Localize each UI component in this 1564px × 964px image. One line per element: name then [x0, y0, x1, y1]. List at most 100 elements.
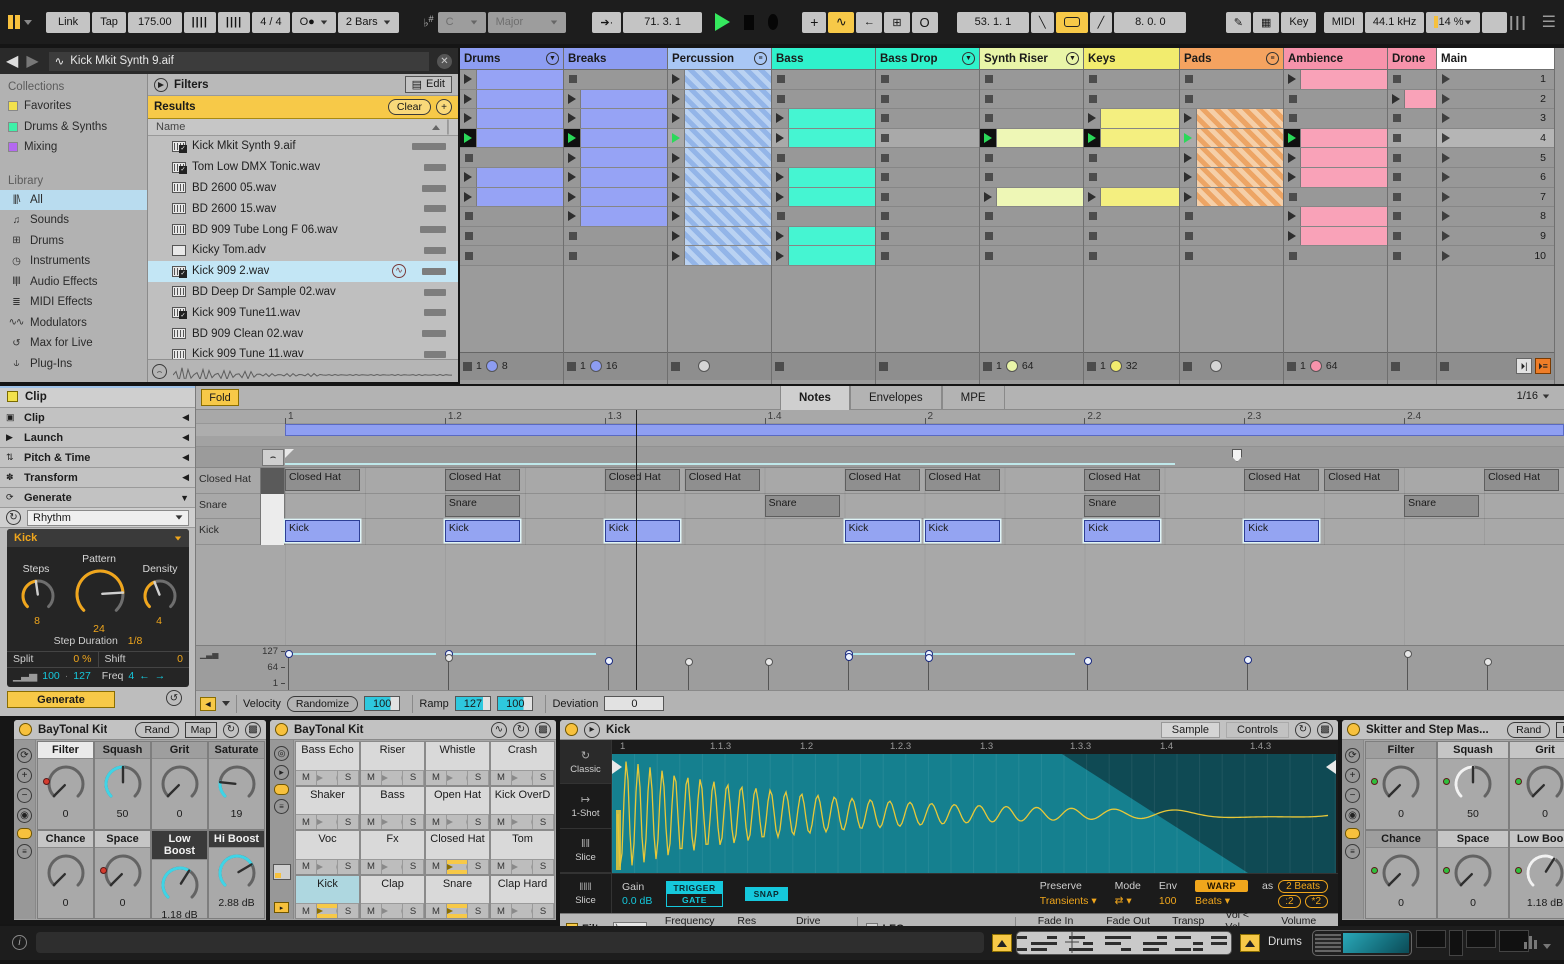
drum-pad-kick-overd[interactable]: Kick OverD M S [490, 785, 555, 830]
record-button[interactable] [767, 14, 779, 30]
clip-stop-button[interactable] [1180, 207, 1197, 226]
clip-stop-button[interactable] [1388, 188, 1405, 207]
track-header[interactable]: Drums ▼ [460, 48, 563, 70]
track-header[interactable]: Bass [772, 48, 875, 70]
pattern-knob[interactable] [73, 567, 127, 626]
midi-note[interactable]: Closed Hat [604, 469, 680, 491]
clip-slot[interactable] [564, 226, 667, 247]
cpu-meter[interactable]: 14 % [1426, 11, 1480, 33]
randomize-button[interactable]: Randomize [286, 695, 359, 712]
velocity-marker[interactable] [764, 657, 773, 666]
file-row[interactable]: Kicky Tom.adv [148, 240, 458, 261]
clip[interactable] [477, 70, 563, 89]
drum-pad-tom[interactable]: Tom M S [490, 830, 555, 875]
clip-slot[interactable] [1388, 246, 1436, 266]
file-row[interactable]: BD 2600 05.wav [148, 178, 458, 199]
clip-slot[interactable] [564, 128, 667, 149]
midi-note[interactable]: Closed Hat [1084, 469, 1160, 491]
clip[interactable] [685, 109, 771, 128]
clip-play-button[interactable] [564, 148, 581, 167]
clip-slot[interactable] [772, 207, 875, 227]
filters-expand-icon[interactable] [154, 77, 168, 92]
clip-slot[interactable] [1388, 89, 1436, 110]
split-value[interactable]: 0 % [73, 653, 91, 666]
clip-stop-button[interactable] [1084, 207, 1101, 226]
pad-mute-button[interactable]: M [491, 859, 512, 874]
clip-slot[interactable] [1180, 109, 1283, 129]
clip-slot[interactable] [1388, 128, 1436, 149]
clip-slot[interactable] [1180, 148, 1283, 168]
macro-variations-icon[interactable]: ⟳ [17, 748, 32, 763]
clip-stop-button[interactable] [876, 227, 893, 246]
scene-slot[interactable]: 10 [1437, 246, 1554, 266]
clip-slot[interactable] [772, 226, 875, 247]
macro-knob[interactable] [45, 763, 87, 810]
clip-play-button[interactable] [460, 70, 477, 89]
rack-yellow-toggle[interactable] [1345, 828, 1360, 839]
clip[interactable] [685, 89, 771, 109]
clip-stop-button[interactable] [980, 148, 997, 167]
pad-mute-button[interactable]: M [296, 770, 317, 785]
save-preset-icon[interactable]: ▩ [1317, 721, 1333, 738]
clip-slot[interactable] [1284, 128, 1387, 149]
macro-knob[interactable] [102, 763, 144, 810]
clip-play-button[interactable] [772, 187, 789, 207]
scene-play-button[interactable] [1437, 246, 1454, 265]
clip-slot[interactable] [668, 148, 771, 168]
velocity-stem[interactable] [767, 661, 769, 691]
steps-knob[interactable] [19, 577, 57, 620]
clip-stop-button[interactable] [1388, 227, 1405, 246]
clip-start-marker[interactable] [285, 449, 294, 458]
row-key[interactable] [260, 468, 285, 494]
velocity-low-value[interactable]: 100 [42, 670, 60, 682]
device-title-bar[interactable]: BayTonal Kit ∿ ↻ ▩ [270, 720, 556, 740]
collection-item-favorites[interactable]: Favorites [0, 96, 147, 117]
clip-slot[interactable] [980, 70, 1083, 90]
track-header[interactable]: Drone [1388, 48, 1436, 70]
clip-slot[interactable] [564, 187, 667, 208]
pad-mute-button[interactable]: M [491, 770, 512, 785]
punch-in-button[interactable]: ╲ [1030, 11, 1054, 33]
tab-sample[interactable]: Sample [1160, 721, 1221, 738]
rand-button[interactable]: Rand [1507, 721, 1551, 738]
clip-slot[interactable] [668, 89, 771, 110]
remove-macro-icon[interactable]: − [1345, 788, 1360, 803]
clip[interactable] [685, 226, 771, 246]
clip-section-generate[interactable]: ⟳ Generate ▼ [0, 488, 195, 508]
clip-slot[interactable] [876, 226, 979, 247]
clip-play-button[interactable] [1180, 167, 1197, 187]
pad-mute-button[interactable]: M [426, 770, 447, 785]
device-thumb[interactable] [1416, 930, 1446, 948]
clip-play-button[interactable] [460, 167, 477, 187]
back-to-arrangement-button[interactable]: ⏵| [1516, 358, 1532, 375]
midi-note[interactable]: Closed Hat [285, 469, 361, 491]
macro-value[interactable]: 2.88 dB [218, 897, 254, 909]
arrangement-position-field[interactable]: 71. 3. 1 [623, 11, 703, 33]
clip[interactable] [685, 187, 771, 207]
pad-mute-button[interactable]: M [361, 859, 382, 874]
take-lanes-icon[interactable]: ≡ [754, 52, 767, 65]
velocity-marker[interactable] [444, 654, 453, 663]
clip-play-button[interactable] [668, 148, 685, 167]
clip-stop-button[interactable] [980, 246, 997, 265]
shift-value[interactable]: 0 [177, 653, 183, 666]
pad-solo-button[interactable]: S [403, 904, 424, 918]
play-button[interactable] [714, 13, 730, 31]
randomize-amount-field[interactable]: 100 [364, 696, 401, 711]
macro-value[interactable]: 0 [63, 897, 69, 909]
clip-color-swatch[interactable] [7, 391, 18, 402]
device-on-led[interactable] [1347, 723, 1360, 736]
macro-value[interactable]: 1.18 dB [161, 909, 197, 921]
file-row[interactable]: ✓ Kick 909 2.wav ∿ [148, 260, 458, 282]
pad-solo-button[interactable]: S [468, 770, 489, 785]
clip[interactable] [789, 246, 875, 265]
velocity-marker[interactable] [604, 656, 613, 665]
clip-section-pitch-time[interactable]: ⇅ Pitch & Time ◀ [0, 448, 195, 468]
library-item-modulators[interactable]: ∿∿ Modulators [0, 313, 147, 334]
autoselect-icon[interactable]: ◎ [274, 746, 289, 761]
track-header[interactable]: Main [1437, 48, 1554, 70]
nudge-down-button[interactable]: |||| [183, 11, 216, 33]
clip-slot[interactable] [1284, 148, 1387, 168]
macro-value[interactable]: 1.18 dB [1527, 897, 1563, 909]
clip-slot[interactable] [1084, 70, 1179, 90]
